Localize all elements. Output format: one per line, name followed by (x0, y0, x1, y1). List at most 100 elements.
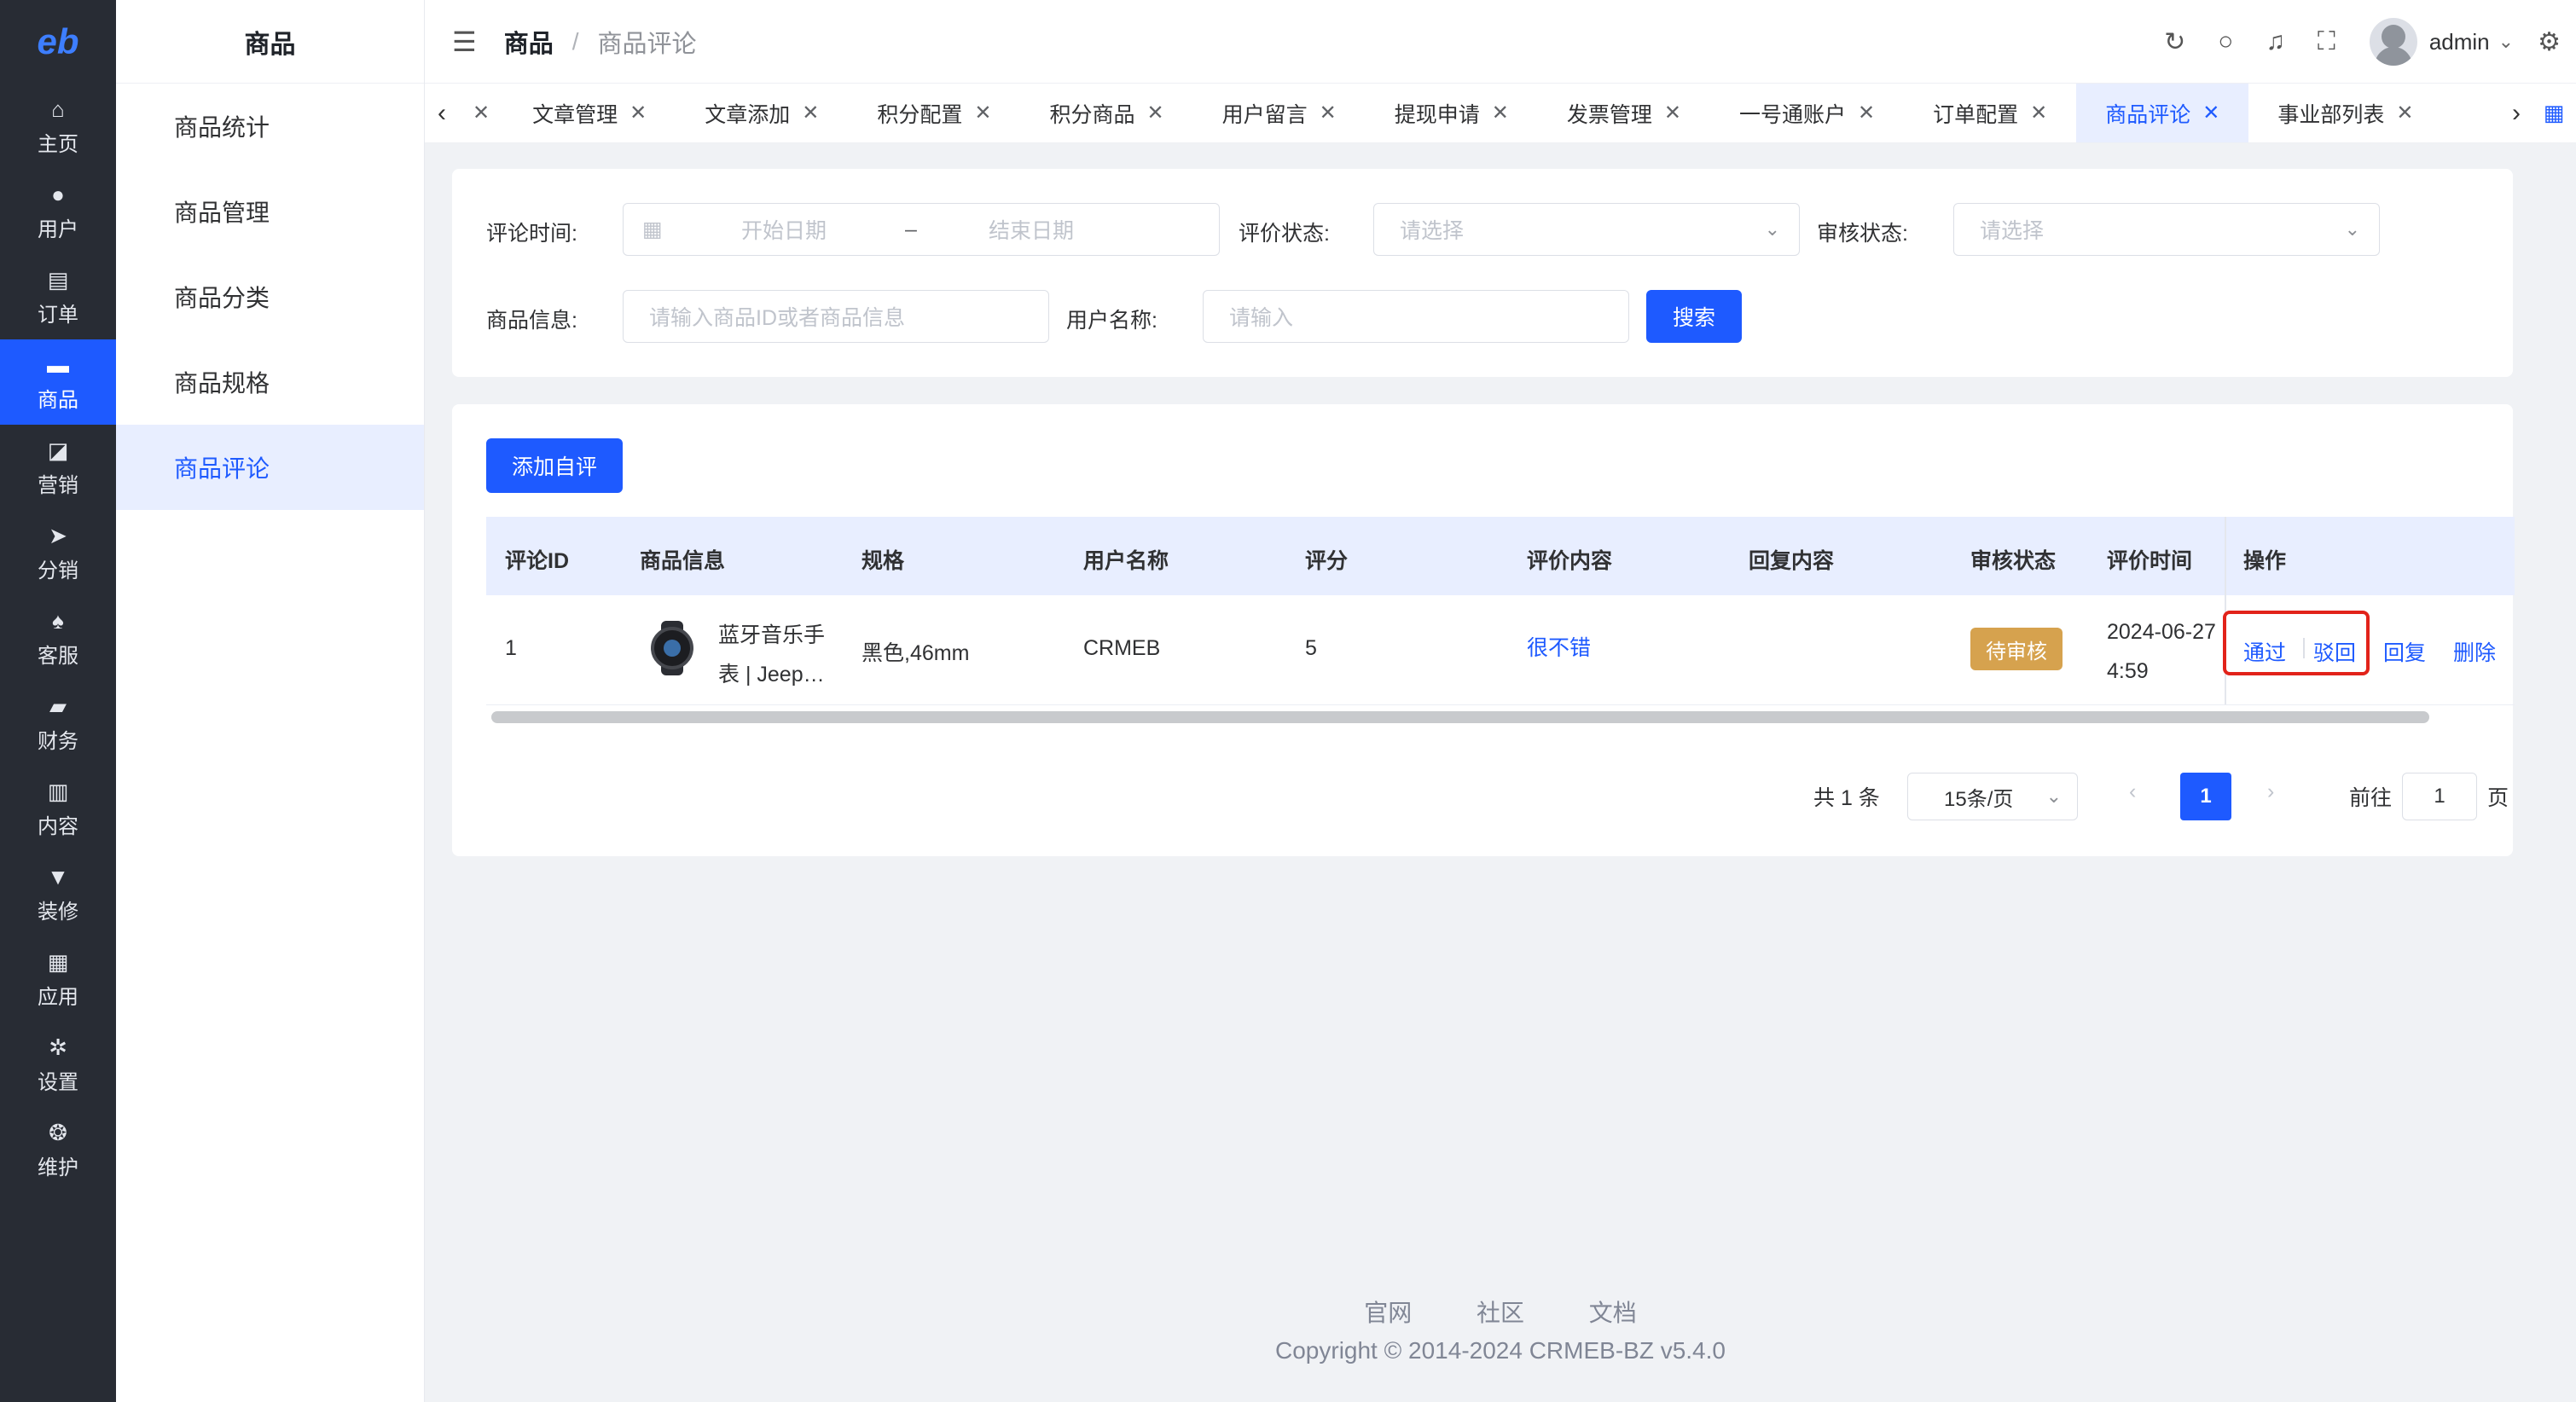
column-header-reply: 回复内容 (1749, 549, 1835, 573)
menu-toggle-icon[interactable]: ☰ (452, 26, 477, 58)
footer-link-community[interactable]: 社区 (1477, 1300, 1524, 1326)
tabs-scroll-right-icon[interactable]: › (2499, 98, 2533, 128)
tab-withdraw[interactable]: 提现申请 ✕ (1366, 84, 1538, 142)
rail-item-label: 用户 (38, 217, 78, 241)
bell-icon[interactable]: ♫ (2266, 27, 2285, 56)
submenu-item-goods-spec[interactable]: 商品规格 (116, 339, 424, 425)
close-icon[interactable]: ✕ (802, 101, 819, 125)
horizontal-scrollbar[interactable] (491, 711, 2429, 723)
rail-item-service[interactable]: ♠ 客服 (0, 595, 116, 681)
submenu-title: 商品 (116, 0, 424, 84)
search-icon[interactable]: ○ (2218, 27, 2233, 56)
status-badge: 待审核 (1970, 628, 2063, 670)
tab-label: 积分商品 (1049, 102, 1135, 127)
start-date-input[interactable]: 开始日期 (741, 214, 827, 245)
submenu-item-goods-manage[interactable]: 商品管理 (116, 169, 424, 254)
gear-icon[interactable]: ⚙ (2538, 27, 2561, 57)
content-icon: ▥ (47, 778, 69, 804)
rail-item-finance[interactable]: ▰ 财务 (0, 681, 116, 766)
page-size-select[interactable]: 15条/页 ⌄ (1907, 773, 2078, 820)
end-date-input[interactable]: 结束日期 (989, 214, 1074, 245)
tab-order-config[interactable]: 订单配置 ✕ (1904, 84, 2076, 142)
goods-info-input[interactable]: 请输入商品ID或者商品信息 (623, 290, 1049, 343)
submenu-item-goods-stats[interactable]: 商品统计 (116, 84, 424, 169)
tabs-scroll-left-icon[interactable]: ‹ (425, 99, 459, 128)
rail-item-user[interactable]: ● 用户 (0, 169, 116, 254)
tab-points-goods[interactable]: 积分商品 ✕ (1020, 84, 1192, 142)
close-icon[interactable]: ✕ (2030, 101, 2047, 125)
fullscreen-icon[interactable]: ⛶ (2318, 27, 2335, 56)
logo[interactable]: eb (0, 0, 116, 84)
avatar[interactable] (2369, 18, 2417, 66)
tab-user-message[interactable]: 用户留言 ✕ (1193, 84, 1366, 142)
rail-item-label: 装修 (38, 900, 78, 924)
breadcrumb-root[interactable]: 商品 (504, 24, 554, 60)
rail-item-apps[interactable]: ▦ 应用 (0, 936, 116, 1022)
rail-item-distribution[interactable]: ➤ 分销 (0, 510, 116, 595)
rail-item-maintenance[interactable]: ❂ 维护 (0, 1107, 116, 1192)
reply-button[interactable]: 回复 (2383, 636, 2426, 667)
close-icon[interactable]: ✕ (1858, 101, 1875, 125)
footer-link-docs[interactable]: 文档 (1589, 1300, 1637, 1326)
submenu-item-goods-comments[interactable]: 商品评论 (116, 425, 424, 510)
rail-item-settings[interactable]: ✲ 设置 (0, 1022, 116, 1107)
tab-points-config[interactable]: 积分配置 ✕ (848, 84, 1020, 142)
audit-status-select[interactable]: 请选择 ⌄ (1953, 203, 2380, 256)
product-thumbnail[interactable] (648, 621, 696, 675)
calendar-icon: ▦ (642, 217, 663, 241)
close-icon[interactable]: ✕ (1664, 101, 1681, 125)
tab-label: 提现申请 (1394, 102, 1480, 127)
service-icon: ♠ (52, 607, 64, 634)
next-page-icon[interactable]: › (2267, 779, 2274, 804)
cell-time-line2: 4:59 (2107, 659, 2149, 683)
rail-item-decoration[interactable]: ▼ 装修 (0, 851, 116, 936)
tab-hidden[interactable]: ✕ (459, 84, 503, 142)
goto-label: 前往 (2349, 786, 2393, 810)
submenu-item-goods-category[interactable]: 商品分类 (116, 254, 424, 339)
select-placeholder: 请选择 (1400, 219, 1465, 243)
chevron-down-icon[interactable]: ⌄ (2498, 31, 2514, 53)
add-self-review-button[interactable]: 添加自评 (486, 438, 623, 493)
rail-item-order[interactable]: ▤ 订单 (0, 254, 116, 339)
rail-item-goods[interactable]: ▬ 商品 (0, 339, 116, 425)
cell-time-line1: 2024-06-27 (2107, 620, 2216, 644)
footer-link-website[interactable]: 官网 (1364, 1300, 1412, 1326)
tab-article-add[interactable]: 文章添加 ✕ (676, 84, 848, 142)
search-button[interactable]: 搜索 (1646, 290, 1742, 343)
close-icon[interactable]: ✕ (473, 101, 490, 125)
order-icon: ▤ (47, 266, 69, 293)
prev-page-icon[interactable]: ‹ (2129, 779, 2136, 804)
close-icon[interactable]: ✕ (1320, 101, 1337, 125)
tab-article-manage[interactable]: 文章管理 ✕ (503, 84, 676, 142)
goto-page-input[interactable]: 1 (2402, 773, 2477, 820)
close-icon[interactable]: ✕ (1147, 101, 1164, 125)
username-input[interactable]: 请输入 (1203, 290, 1629, 343)
breadcrumb-separator: / (571, 27, 579, 55)
tab-invoice[interactable]: 发票管理 ✕ (1538, 84, 1710, 142)
cell-content[interactable]: 很不错 (1527, 631, 1591, 662)
delete-button[interactable]: 删除 (2453, 636, 2496, 667)
close-icon[interactable]: ✕ (1492, 101, 1509, 125)
close-icon[interactable]: ✕ (2202, 101, 2219, 125)
close-icon[interactable]: ✕ (629, 101, 647, 125)
username-label: 用户名称: (1066, 309, 1157, 333)
refresh-icon[interactable]: ↻ (2164, 27, 2185, 57)
page-number-current[interactable]: 1 (2180, 773, 2231, 820)
rail-item-marketing[interactable]: ◪ 营销 (0, 425, 116, 510)
close-icon[interactable]: ✕ (2396, 101, 2413, 125)
tab-label: 商品评论 (2105, 102, 2191, 127)
filter-panel: 评论时间: ▦ 开始日期 – 结束日期 评价状态: 请选择 ⌄ 审核状态: 请选… (452, 169, 2513, 377)
tab-goods-comments[interactable]: 商品评论 ✕ (2076, 84, 2249, 142)
date-range-picker[interactable]: ▦ 开始日期 – 结束日期 (623, 203, 1220, 256)
rating-status-select[interactable]: 请选择 ⌄ (1373, 203, 1800, 256)
tab-yihaotong[interactable]: 一号通账户 ✕ (1710, 84, 1904, 142)
breadcrumb-current: 商品评论 (597, 30, 697, 58)
rail-item-content[interactable]: ▥ 内容 (0, 766, 116, 851)
tab-division-list[interactable]: 事业部列表 ✕ (2248, 84, 2442, 142)
username[interactable]: admin (2429, 29, 2490, 55)
tab-label: 一号通账户 (1738, 102, 1846, 127)
rail-item-home[interactable]: ⌂ 主页 (0, 84, 116, 169)
close-icon[interactable]: ✕ (974, 101, 991, 125)
select-placeholder: 请选择 (1980, 219, 2045, 243)
tabs-menu-icon[interactable]: ▦ (2537, 100, 2571, 126)
